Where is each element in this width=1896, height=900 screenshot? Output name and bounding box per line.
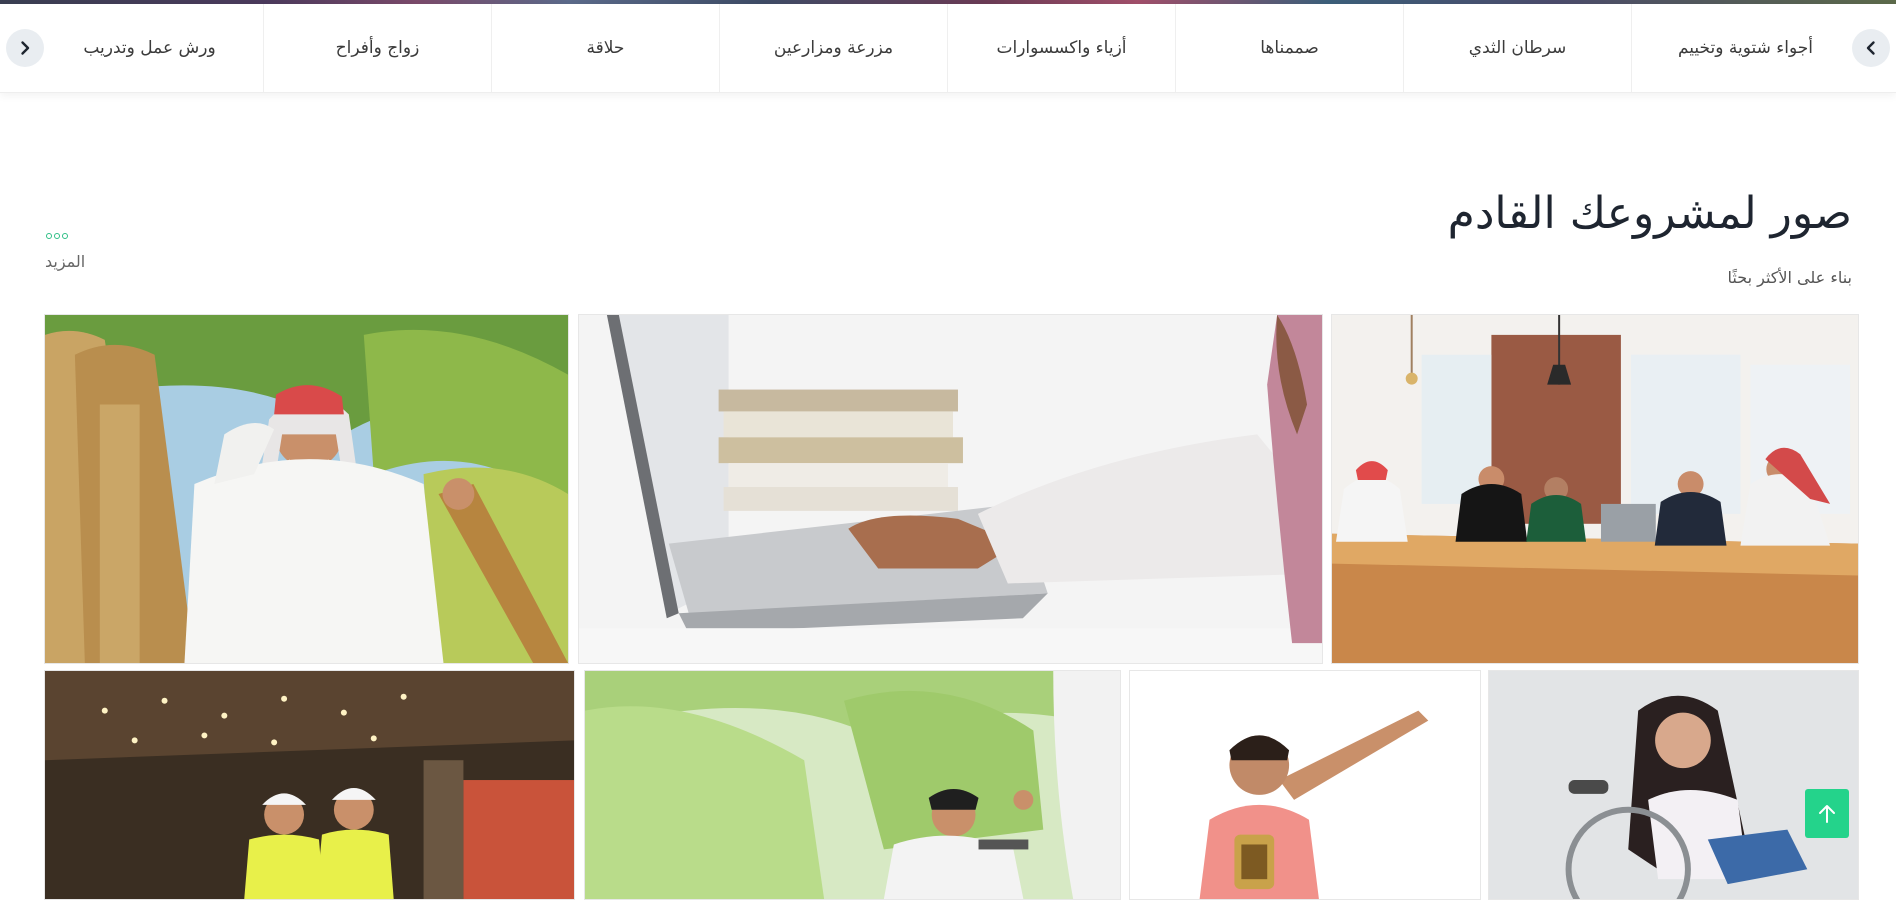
category-item[interactable]: أزياء واكسسوارات (947, 4, 1175, 92)
photo-boy-lantern[interactable] (1129, 670, 1481, 900)
category-track: أجواء شتوية وتخييم سرطان الثدي صممناها أ… (37, 4, 1859, 92)
more-label[interactable]: المزيد (45, 252, 85, 271)
photo-meeting[interactable] (1331, 314, 1859, 664)
category-item[interactable]: حلاقة (491, 4, 719, 92)
section-title: صور لمشروعك القادم (1447, 188, 1852, 239)
section-subtitle: بناء على الأكثر بحثًا (1727, 268, 1852, 287)
farmer-photo-image (45, 315, 568, 663)
wheelchair-girl-photo-image (1489, 671, 1858, 899)
nav-next-button[interactable] (6, 29, 44, 67)
arrow-up-icon (1819, 804, 1835, 823)
chevron-right-icon (21, 41, 30, 55)
wheelchair-boy-photo-image (585, 671, 1120, 899)
back-to-top-button[interactable] (1805, 789, 1849, 838)
category-item[interactable]: صممناها (1175, 4, 1403, 92)
photo-wheelchair-boy[interactable] (584, 670, 1121, 900)
category-item[interactable]: زواج وأفراح (263, 4, 491, 92)
category-item[interactable]: أجواء شتوية وتخييم (1631, 4, 1859, 92)
more-link[interactable]: المزيد (45, 230, 125, 276)
warehouse-workers-photo-image (45, 671, 574, 899)
category-item[interactable]: ورش عمل وتدريب (37, 4, 263, 92)
photo-laptop[interactable] (578, 314, 1323, 664)
boy-lantern-photo-image (1130, 671, 1480, 899)
photo-warehouse-workers[interactable] (44, 670, 575, 900)
nav-prev-button[interactable] (1852, 29, 1890, 67)
photo-wheelchair-girl[interactable] (1488, 670, 1859, 900)
category-item[interactable]: سرطان الثدي (1403, 4, 1631, 92)
chevron-left-icon (1866, 41, 1875, 55)
category-nav: أجواء شتوية وتخييم سرطان الثدي صممناها أ… (0, 4, 1896, 93)
laptop-photo-image (579, 315, 1322, 663)
meeting-photo-image (1332, 315, 1858, 663)
category-item[interactable]: مزرعة ومزارعين (719, 4, 947, 92)
dots-icon (46, 233, 68, 239)
photo-farmer[interactable] (44, 314, 569, 664)
